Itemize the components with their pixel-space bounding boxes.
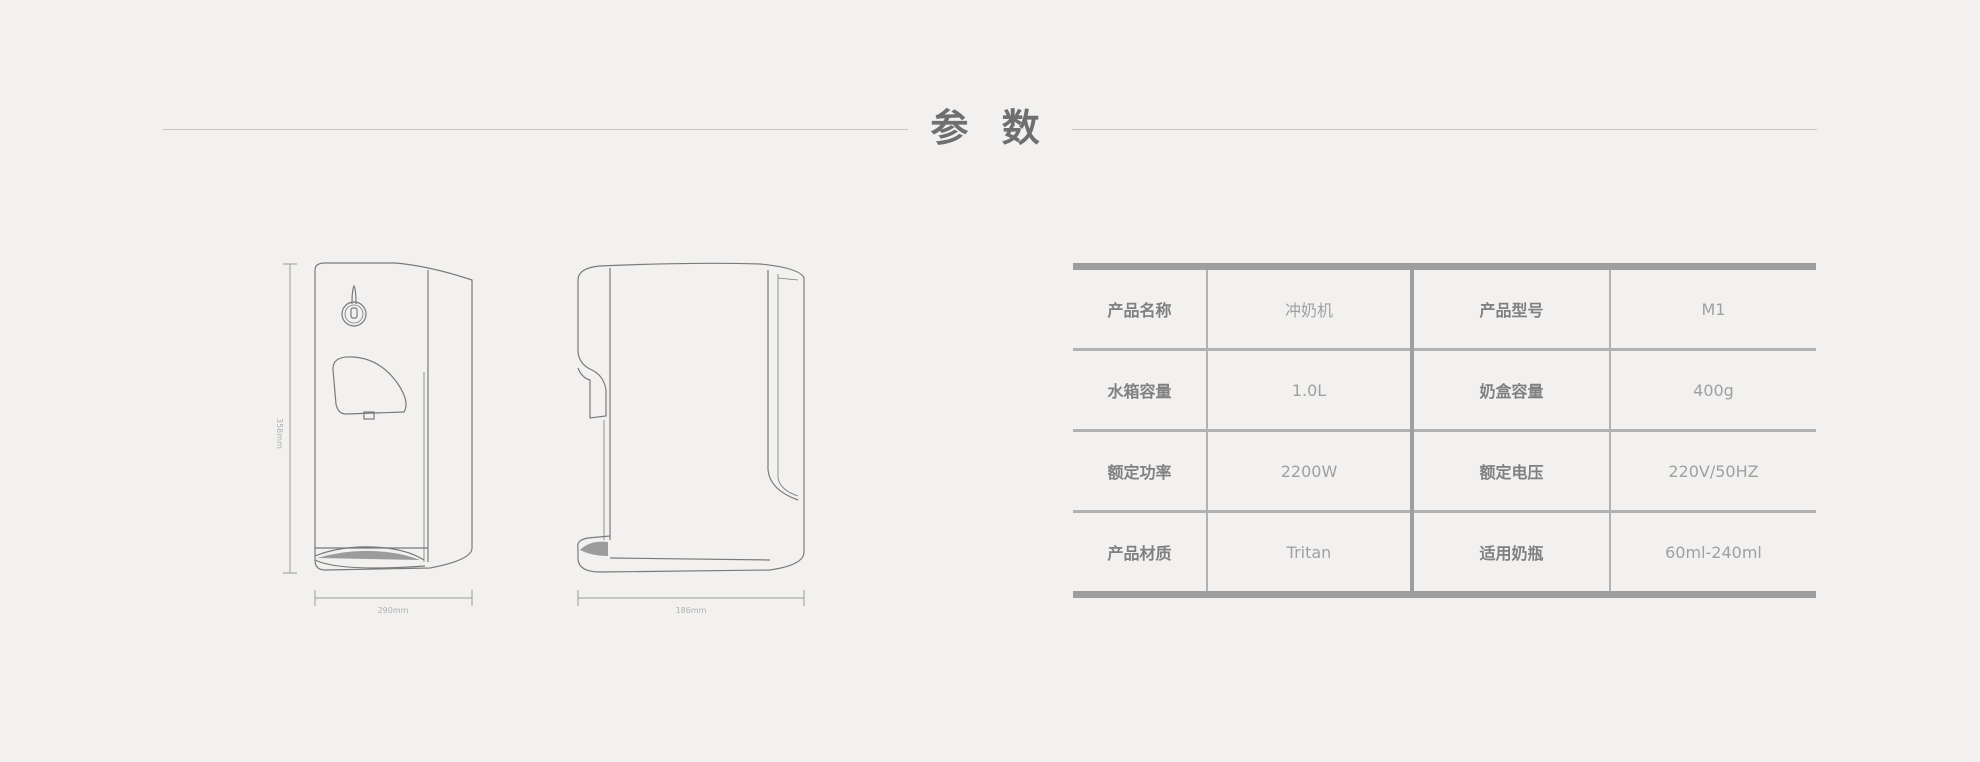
front-control-knob bbox=[341, 301, 367, 327]
front-knob-stem bbox=[351, 284, 357, 305]
spec-label: 适用奶瓶 bbox=[1410, 511, 1610, 595]
side-width-dimension-label: 186mm bbox=[676, 606, 707, 615]
side-tray-grille bbox=[580, 541, 608, 556]
front-view-drawing bbox=[283, 262, 473, 606]
spec-value: 冲奶机 bbox=[1206, 266, 1412, 351]
front-lock-symbol bbox=[350, 307, 358, 319]
spec-label: 奶盒容量 bbox=[1410, 349, 1610, 432]
front-base-curve bbox=[314, 559, 426, 569]
table-row: 额定功率 2200W 额定电压 220V/50HZ bbox=[1073, 430, 1816, 513]
side-rear-tank-edge bbox=[767, 270, 799, 501]
spec-value: 1.0L bbox=[1206, 349, 1412, 432]
front-dispense-head bbox=[332, 356, 407, 415]
front-drip-tray-grille bbox=[317, 550, 420, 560]
front-width-dimension-label: 290mm bbox=[378, 606, 409, 615]
spec-label: 水箱容量 bbox=[1073, 349, 1207, 432]
height-dimension-label: 358mm bbox=[275, 418, 284, 449]
side-body-outline bbox=[577, 262, 805, 573]
spec-label: 产品名称 bbox=[1073, 266, 1207, 351]
table-row: 产品材质 Tritan 适用奶瓶 60ml-240ml bbox=[1073, 511, 1816, 595]
spec-table: 产品名称 冲奶机 产品型号 M1 水箱容量 1.0L 奶盒容量 400g 额定功… bbox=[1073, 263, 1816, 598]
spec-label: 产品材质 bbox=[1107, 544, 1172, 563]
table-row: 水箱容量 1.0L 奶盒容量 400g bbox=[1073, 349, 1816, 432]
spec-value: 400g bbox=[1609, 349, 1816, 432]
side-spout-notch bbox=[577, 280, 607, 419]
spec-value: M1 bbox=[1609, 266, 1816, 351]
table-row: 产品名称 冲奶机 产品型号 M1 bbox=[1073, 266, 1816, 351]
side-base-line bbox=[609, 557, 771, 561]
side-view-drawing bbox=[577, 262, 805, 606]
spec-label: 额定功率 bbox=[1073, 430, 1207, 513]
front-body-outline bbox=[314, 262, 473, 571]
side-rear-tank-top bbox=[777, 277, 799, 281]
spec-value: 2200W bbox=[1206, 430, 1412, 513]
side-rear-tank-inner bbox=[777, 274, 799, 497]
spec-value: 220V/50HZ bbox=[1609, 430, 1816, 513]
spec-value: 60ml-240ml bbox=[1609, 511, 1816, 595]
spec-label: 额定电压 bbox=[1410, 430, 1610, 513]
spec-value: Tritan bbox=[1206, 511, 1412, 595]
spec-label: 产品型号 bbox=[1410, 266, 1610, 351]
